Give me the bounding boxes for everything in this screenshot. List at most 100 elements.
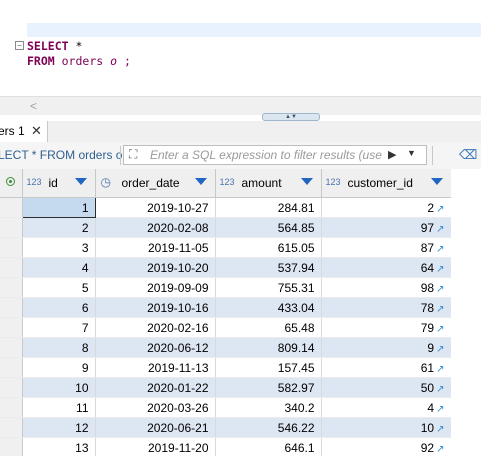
cell-id[interactable]: 3 xyxy=(22,237,96,258)
cell-amount[interactable]: 157.45 xyxy=(215,357,322,378)
cell-amount[interactable]: 809.14 xyxy=(215,337,322,358)
foreign-key-link-icon[interactable]: ↗ xyxy=(436,204,444,215)
table-row[interactable]: 10 2020-01-22 582.97 50 ↗ xyxy=(0,377,451,398)
cell-customer-id[interactable]: 64 ↗ xyxy=(321,257,451,278)
cell-amount[interactable]: 537.94 xyxy=(215,257,322,278)
row-header[interactable] xyxy=(0,237,23,258)
sql-editor[interactable]: − SELECT * FROM orders o ; xyxy=(0,0,481,96)
foreign-key-link-icon[interactable]: ↗ xyxy=(436,224,444,235)
table-row[interactable]: 1 2019-10-27 284.81 2 ↗ xyxy=(0,197,451,218)
table-row[interactable]: 5 2019-09-09 755.31 98 ↗ xyxy=(0,277,451,298)
cell-id[interactable]: 4 xyxy=(22,257,96,278)
row-header[interactable] xyxy=(0,397,23,418)
row-header[interactable] xyxy=(0,357,23,378)
results-tab[interactable]: ers 1 ✕ xyxy=(0,121,48,142)
close-tab-icon[interactable]: ✕ xyxy=(31,123,42,139)
table-row[interactable]: 8 2020-06-12 809.14 9 ↗ xyxy=(0,337,451,358)
cell-customer-id[interactable]: 98 ↗ xyxy=(321,277,451,298)
cell-id[interactable]: 7 xyxy=(22,317,96,338)
row-header[interactable] xyxy=(0,337,23,358)
cell-order-date[interactable]: 2019-11-20 xyxy=(95,437,216,456)
cell-order-date[interactable]: 2019-09-09 xyxy=(95,277,216,298)
cell-customer-id[interactable]: 78 ↗ xyxy=(321,297,451,318)
editor-horizontal-scrollbar[interactable]: < xyxy=(0,96,481,115)
cell-customer-id[interactable]: 92 ↗ xyxy=(321,437,451,456)
cell-amount[interactable]: 340.2 xyxy=(215,397,322,418)
cell-id[interactable]: 2 xyxy=(22,217,96,238)
cell-order-date[interactable]: 2019-10-16 xyxy=(95,297,216,318)
row-header[interactable] xyxy=(0,437,23,456)
cell-amount[interactable]: 755.31 xyxy=(215,277,322,298)
cell-amount[interactable]: 615.05 xyxy=(215,237,322,258)
cell-customer-id[interactable]: 97 ↗ xyxy=(321,217,451,238)
sort-arrow-icon[interactable] xyxy=(74,178,87,185)
foreign-key-link-icon[interactable]: ↗ xyxy=(436,384,444,395)
cell-order-date[interactable]: 2020-01-22 xyxy=(95,377,216,398)
cell-customer-id[interactable]: 79 ↗ xyxy=(321,317,451,338)
table-row[interactable]: 4 2019-10-20 537.94 64 ↗ xyxy=(0,257,451,278)
panel-splitter-handle[interactable]: ▲▼ xyxy=(262,113,320,121)
foreign-key-link-icon[interactable]: ↗ xyxy=(436,244,444,255)
cell-id[interactable]: 12 xyxy=(22,417,96,438)
row-header[interactable] xyxy=(0,217,23,238)
table-row[interactable]: 7 2020-02-16 65.48 79 ↗ xyxy=(0,317,451,338)
cell-amount[interactable]: 646.1 xyxy=(215,437,322,456)
scroll-left-icon[interactable]: < xyxy=(30,99,37,113)
column-header-amount[interactable]: 123 amount xyxy=(215,169,322,198)
filter-input[interactable]: ⛶ Enter a SQL expression to filter resul… xyxy=(123,145,427,165)
sort-arrow-icon[interactable] xyxy=(300,178,313,185)
table-row[interactable]: 3 2019-11-05 615.05 87 ↗ xyxy=(0,237,451,258)
cell-customer-id[interactable]: 9 ↗ xyxy=(321,337,451,358)
cell-customer-id[interactable]: 50 ↗ xyxy=(321,377,451,398)
sort-arrow-icon[interactable] xyxy=(430,178,443,185)
cell-order-date[interactable]: 2020-06-21 xyxy=(95,417,216,438)
eraser-icon[interactable]: ⌫ xyxy=(459,147,477,163)
foreign-key-link-icon[interactable]: ↗ xyxy=(436,264,444,275)
foreign-key-link-icon[interactable]: ↗ xyxy=(436,284,444,295)
column-header-customer-id[interactable]: 123 customer_id xyxy=(321,169,451,198)
cell-order-date[interactable]: 2019-10-27 xyxy=(95,197,216,218)
column-header-order-date[interactable]: ◷ order_date xyxy=(95,169,216,198)
filter-history-dropdown-icon[interactable]: ▼ xyxy=(407,148,416,158)
table-row[interactable]: 6 2019-10-16 433.04 78 ↗ xyxy=(0,297,451,318)
cell-order-date[interactable]: 2020-03-26 xyxy=(95,397,216,418)
row-header[interactable] xyxy=(0,297,23,318)
cell-amount[interactable]: 65.48 xyxy=(215,317,322,338)
cell-amount[interactable]: 284.81 xyxy=(215,197,322,218)
row-marker-header[interactable] xyxy=(0,169,23,198)
cell-amount[interactable]: 582.97 xyxy=(215,377,322,398)
row-header[interactable] xyxy=(0,257,23,278)
sort-arrow-icon[interactable] xyxy=(194,178,207,185)
foreign-key-link-icon[interactable]: ↗ xyxy=(436,324,444,335)
cell-id[interactable]: 6 xyxy=(22,297,96,318)
cell-id[interactable]: 10 xyxy=(22,377,96,398)
foreign-key-link-icon[interactable]: ↗ xyxy=(436,404,444,415)
table-row[interactable]: 13 2019-11-20 646.1 92 ↗ xyxy=(0,437,451,456)
cell-customer-id[interactable]: 4 ↗ xyxy=(321,397,451,418)
apply-filter-icon[interactable]: ▶ xyxy=(388,148,396,161)
row-header[interactable] xyxy=(0,417,23,438)
cell-id[interactable]: 8 xyxy=(22,337,96,358)
cell-order-date[interactable]: 2020-02-16 xyxy=(95,317,216,338)
cell-order-date[interactable]: 2019-11-05 xyxy=(95,237,216,258)
cell-id[interactable]: 5 xyxy=(22,277,96,298)
cell-id[interactable]: 11 xyxy=(22,397,96,418)
table-row[interactable]: 2 2020-02-08 564.85 97 ↗ xyxy=(0,217,451,238)
foreign-key-link-icon[interactable]: ↗ xyxy=(436,364,444,375)
cell-amount[interactable]: 546.22 xyxy=(215,417,322,438)
cell-amount[interactable]: 564.85 xyxy=(215,217,322,238)
column-header-id[interactable]: 123 id xyxy=(22,169,96,198)
cell-customer-id[interactable]: 61 ↗ xyxy=(321,357,451,378)
grid-vertical-scroll-area[interactable] xyxy=(451,169,481,456)
row-header[interactable] xyxy=(0,277,23,298)
table-row[interactable]: 11 2020-03-26 340.2 4 ↗ xyxy=(0,397,451,418)
cell-id[interactable]: 13 xyxy=(22,437,96,456)
cell-order-date[interactable]: 2020-02-08 xyxy=(95,217,216,238)
foreign-key-link-icon[interactable]: ↗ xyxy=(436,304,444,315)
row-header[interactable] xyxy=(0,317,23,338)
table-row[interactable]: 9 2019-11-13 157.45 61 ↗ xyxy=(0,357,451,378)
cell-order-date[interactable]: 2020-06-12 xyxy=(95,337,216,358)
cell-customer-id[interactable]: 87 ↗ xyxy=(321,237,451,258)
foreign-key-link-icon[interactable]: ↗ xyxy=(436,444,444,455)
results-grid[interactable]: 123 id ◷ order_date 123 amount 123 customer_… xyxy=(0,169,451,456)
